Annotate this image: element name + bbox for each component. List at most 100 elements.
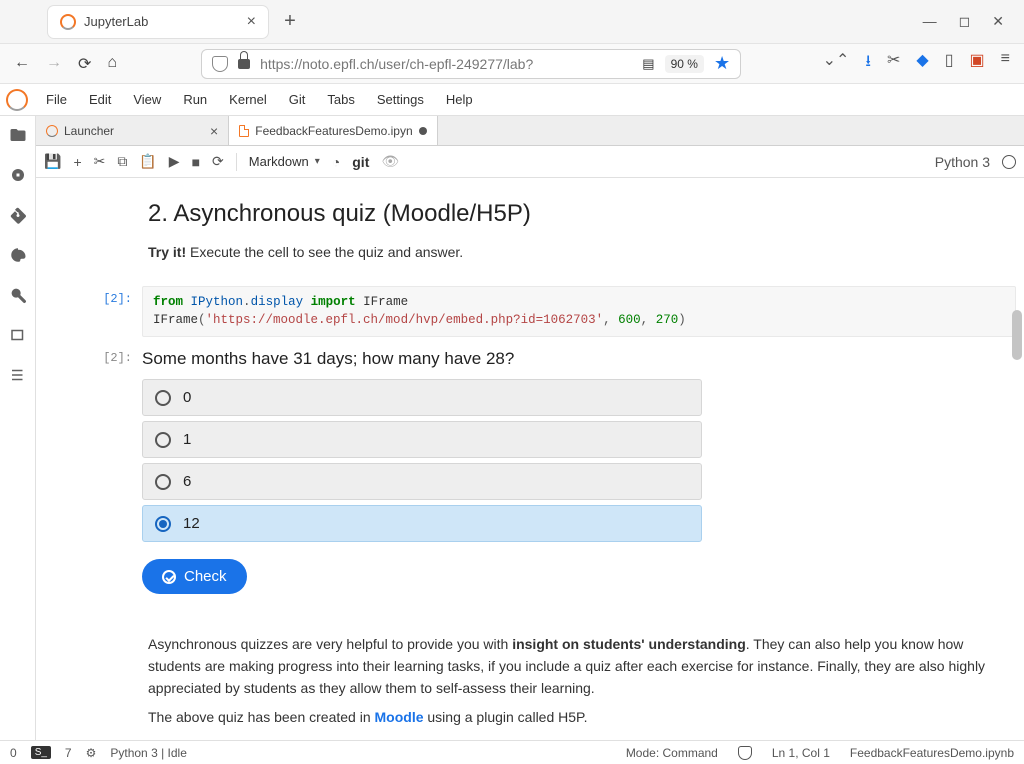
toc-icon[interactable] [9,366,27,384]
kernel-name[interactable]: Python 3 [935,154,990,170]
quiz-option-label: 6 [183,473,191,490]
nav-home-icon[interactable]: ⌂ [107,54,117,74]
run-icon[interactable]: ▶ [169,153,180,170]
tab-notebook[interactable]: FeedbackFeaturesDemo.ipyn [229,116,437,145]
restart-icon[interactable]: ⟳ [212,153,224,170]
quiz-option-label: 0 [183,389,191,406]
render-icon[interactable]: 👁 [381,153,399,170]
section-heading: 2. Asynchronous quiz (Moodle/H5P) [148,200,996,228]
clip-icon[interactable]: ✂ [887,50,900,77]
url-text: https://noto.epfl.ch/user/ch-epfl-249277… [260,56,632,72]
jupyter-main: Launcher × FeedbackFeaturesDemo.ipyn 💾 +… [0,116,1024,740]
tab-launcher-close-icon[interactable]: × [210,123,218,139]
paragraph-3: The main benefit of creating your quizze… [148,737,996,740]
copy-icon[interactable]: ⧉ [117,153,127,170]
stop-icon[interactable]: ■ [192,154,200,170]
git-toolbar-label[interactable]: git [352,154,369,170]
browser-tabstrip: JupyterLab × + — ◻ ✕ [0,0,1024,44]
tab-launcher-label: Launcher [64,124,114,138]
lock-icon [238,57,250,71]
running-icon[interactable] [9,166,27,184]
notebook-icon [239,125,249,137]
menu-icon[interactable]: ≡ [1001,50,1010,77]
tab-close-icon[interactable]: × [247,13,256,31]
celltype-selector[interactable]: Markdown ▾ [249,154,320,169]
celltype-label: Markdown [249,154,309,169]
menu-run[interactable]: Run [175,88,215,111]
check-icon [162,570,176,584]
radio-icon [155,474,171,490]
quiz-iframe[interactable]: Some months have 31 days; how many have … [142,345,1016,594]
menu-git[interactable]: Git [281,88,314,111]
download-icon[interactable]: ⭳ [865,50,871,77]
slides-icon[interactable]: ▣ [970,50,985,77]
window-close-icon[interactable]: ✕ [992,13,1004,30]
nav-forward-icon[interactable]: → [46,54,62,74]
nav-reload-icon[interactable]: ⟳ [78,54,91,74]
moodle-link[interactable]: Moodle [375,709,424,725]
tracking-shield-icon[interactable] [212,56,228,72]
jupyter-menus: File Edit View Run Kernel Git Tabs Setti… [38,88,481,111]
menu-help[interactable]: Help [438,88,481,111]
new-tab-button[interactable]: + [278,10,302,33]
doc-icon[interactable]: ▯ [945,50,954,77]
save-icon[interactable]: 💾 [44,153,61,170]
markdown-cell-heading[interactable]: 2. Asynchronous quiz (Moodle/H5P) Try it… [76,186,1016,278]
palette-icon[interactable] [9,246,27,264]
check-button-label: Check [184,568,227,585]
quiz-option-2[interactable]: 6 [142,463,702,500]
filebrowser-icon[interactable] [9,126,27,144]
menu-tabs[interactable]: Tabs [319,88,362,111]
pocket-icon[interactable]: ⌄⌃ [823,50,850,77]
statusbar: 0 S_ 7 ⚙ Python 3 | Idle Mode: Command L… [0,740,1024,764]
add-cell-icon[interactable]: + [73,154,81,170]
jupyter-logo-icon[interactable] [6,89,28,111]
paste-icon[interactable]: 📋 [139,153,156,170]
chevron-down-icon: ▾ [315,156,320,167]
quiz-option-1[interactable]: 1 [142,421,702,458]
reader-mode-icon[interactable]: ▤ [642,56,654,72]
scrollbar[interactable] [1010,180,1022,720]
menu-kernel[interactable]: Kernel [221,88,275,111]
output-cell: [2]: Some months have 31 days; how many … [76,345,1016,594]
input-prompt: [2]: [76,286,142,306]
output-prompt: [2]: [76,345,142,365]
url-bar[interactable]: https://noto.epfl.ch/user/ch-epfl-249277… [201,49,741,79]
build-icon[interactable] [9,286,27,304]
quiz-option-3[interactable]: 12 [142,505,702,542]
paragraph-1: Asynchronous quizzes are very helpful to… [148,634,996,699]
kernel-indicator-icon[interactable] [1002,155,1016,169]
tab-launcher[interactable]: Launcher × [36,116,229,145]
browser-tab[interactable]: JupyterLab × [48,6,268,38]
nav-back-icon[interactable]: ← [14,54,30,74]
jupyter-favicon [60,14,76,30]
git-icon[interactable] [9,206,27,224]
notebook-toolbar: 💾 + ✂ ⧉ 📋 ▶ ■ ⟳ Markdown ▾ ◔ git 👁 Pytho… [36,146,1024,178]
window-controls: — ◻ ✕ [923,13,1016,30]
check-button[interactable]: Check [142,559,247,594]
window-minimize-icon[interactable]: — [923,13,937,30]
window-maximize-icon[interactable]: ◻ [959,13,971,30]
quiz-option-label: 1 [183,431,191,448]
zoom-level[interactable]: 90 % [665,55,704,73]
jupyter-menubar: File Edit View Run Kernel Git Tabs Setti… [0,84,1024,116]
paragraph-2: The above quiz has been created in Moodl… [148,707,996,729]
tryit-line: Try it! Execute the cell to see the quiz… [148,242,996,264]
code-cell[interactable]: [2]: from IPython.display import IFrame … [76,286,1016,338]
diamond-icon[interactable]: ◆ [916,50,928,77]
code-input[interactable]: from IPython.display import IFrame IFram… [142,286,1016,338]
scrollbar-thumb[interactable] [1012,310,1022,360]
menu-view[interactable]: View [125,88,169,111]
notebook-body[interactable]: 2. Asynchronous quiz (Moodle/H5P) Try it… [36,178,1024,740]
bookmark-star-icon[interactable]: ★ [714,53,730,74]
clock-icon[interactable]: ◔ [332,154,340,170]
menu-edit[interactable]: Edit [81,88,119,111]
menu-file[interactable]: File [38,88,75,111]
tabs-icon[interactable] [9,326,27,344]
cut-icon[interactable]: ✂ [94,153,106,170]
markdown-cell-paragraphs[interactable]: Asynchronous quizzes are very helpful to… [76,620,1016,740]
quiz-option-0[interactable]: 0 [142,379,702,416]
modified-dot-icon [419,127,427,135]
menu-settings[interactable]: Settings [369,88,432,111]
tab-notebook-label: FeedbackFeaturesDemo.ipyn [255,124,412,138]
